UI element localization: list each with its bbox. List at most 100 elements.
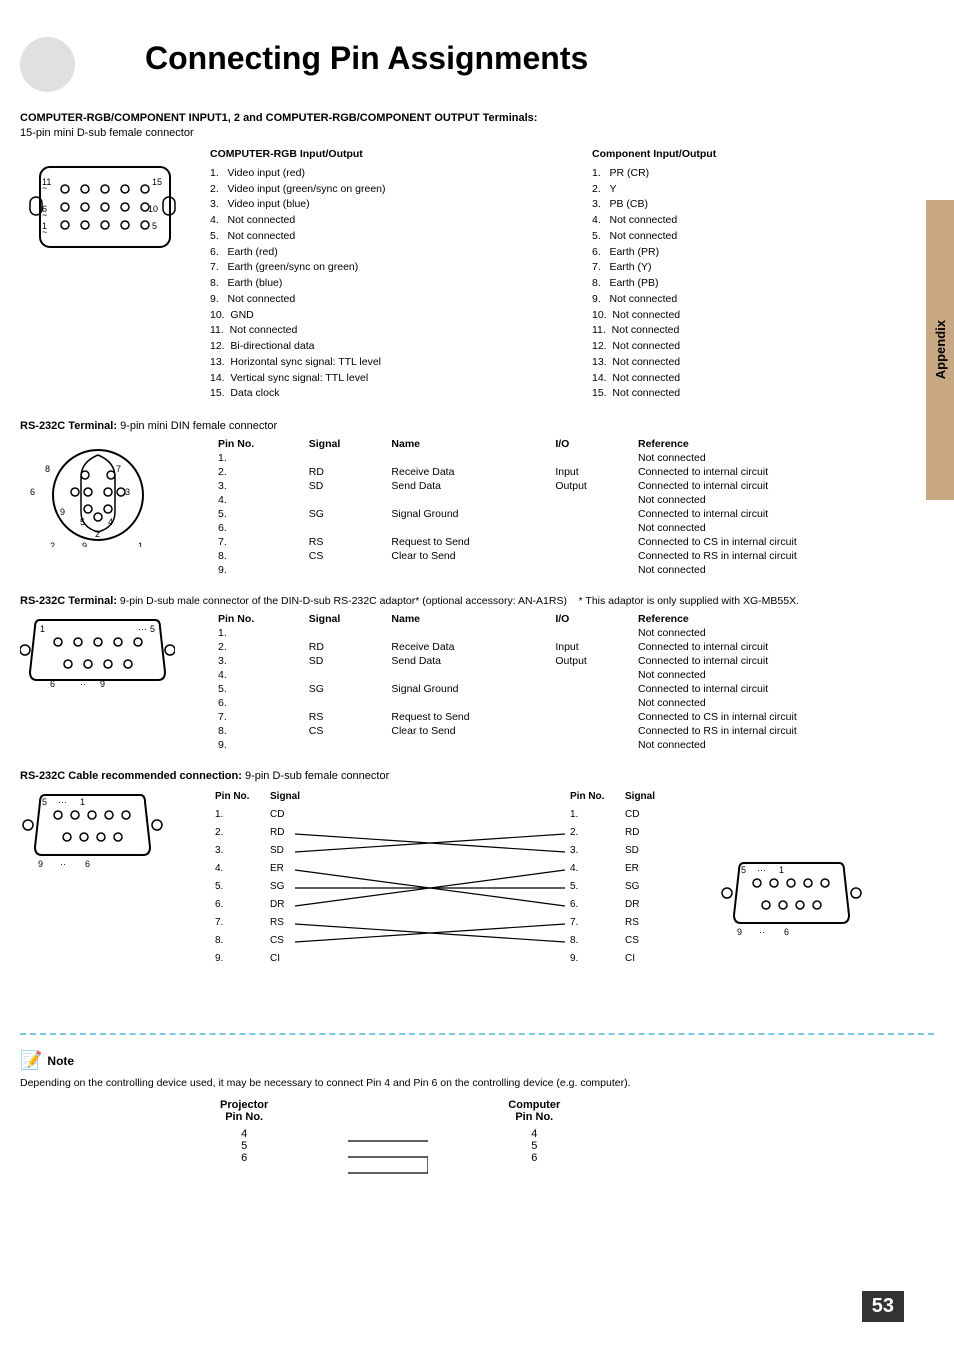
section2-table-container: Pin No. Signal Name I/O Reference 1.Not …: [210, 437, 934, 577]
svg-text:3.: 3.: [570, 845, 578, 856]
page-title: Connecting Pin Assignments: [145, 40, 588, 77]
note-section: 📝 Note Depending on the controlling devi…: [20, 1050, 934, 1187]
svg-text:4.: 4.: [570, 863, 578, 874]
section-rs232c-dsub: RS-232C Terminal: 9-pin D-sub male conne…: [20, 595, 934, 752]
appendix-label: Appendix: [933, 320, 948, 379]
svg-text:···: ···: [138, 624, 147, 634]
svg-text:··: ··: [759, 927, 765, 937]
col1-pin5: 5. Not connected: [210, 229, 552, 245]
svg-text:RS: RS: [270, 917, 284, 928]
section2-title-bold: RS-232C Terminal:: [20, 420, 117, 432]
table-row: 7.RSRequest to SendConnected to CS in in…: [210, 535, 934, 549]
svg-text:···: ···: [757, 865, 766, 875]
table-row: 9.Not connected: [210, 563, 934, 577]
col2-pin12: 12. Not connected: [592, 339, 934, 355]
note-text: Depending on the controlling device used…: [20, 1077, 934, 1089]
section3-layout: 1 ··· 5 6 ·· 9 Pin No. Signal Name: [20, 612, 934, 752]
svg-text:9: 9: [38, 859, 43, 869]
svg-text:6: 6: [50, 679, 55, 689]
svg-text:1.: 1.: [215, 809, 223, 820]
col1-pin1: 1. Video input (red): [210, 166, 552, 182]
page-header: Connecting Pin Assignments: [20, 20, 934, 92]
projector-header: ProjectorPin No.: [220, 1099, 268, 1123]
svg-text:CI: CI: [625, 953, 635, 964]
section4-title-bold: RS-232C Cable recommended connection:: [20, 770, 242, 782]
col1-pin6: 6. Earth (red): [210, 245, 552, 261]
svg-text:2.: 2.: [215, 827, 223, 838]
svg-text:···: ···: [58, 797, 67, 807]
col2-pin1: 1. PR (CR): [592, 166, 934, 182]
computer-col: ComputerPin No. 4 5 6: [508, 1099, 560, 1187]
svg-text:5.: 5.: [215, 881, 223, 892]
table-row: 6.Not connected: [210, 521, 934, 535]
table-row: 1.Not connected: [210, 451, 934, 465]
svg-text:2.: 2.: [570, 827, 578, 838]
svg-text:6.: 6.: [570, 899, 578, 910]
svg-text:SD: SD: [270, 845, 284, 856]
th-io2: I/O: [547, 612, 630, 626]
section1-pin-content: COMPUTER-RGB Input/Output 1. Video input…: [210, 147, 934, 402]
th-reference2: Reference: [630, 612, 934, 626]
th-pin: Pin No.: [210, 437, 301, 451]
svg-text:8.: 8.: [570, 935, 578, 946]
svg-text:7.: 7.: [215, 917, 223, 928]
svg-text:7: 7: [116, 464, 121, 474]
comp-pin6: 6: [508, 1152, 560, 1164]
section1-layout: 11 ~ 15 1 ~ 5 6 ~ 10 COM: [20, 147, 934, 402]
note-icon: 📝: [20, 1050, 42, 1071]
svg-text:RD: RD: [625, 827, 639, 838]
proj-pin6: 6: [220, 1152, 268, 1164]
svg-text:9: 9: [60, 507, 65, 517]
svg-text:RS: RS: [625, 917, 639, 928]
svg-text:SG: SG: [625, 881, 640, 892]
svg-text:1.: 1.: [570, 809, 578, 820]
cable-diagram-left: 5 ··· 1 9 ·· 6: [20, 787, 200, 975]
pin-lines-svg: [348, 1127, 428, 1187]
table-row: 5.SGSignal GroundConnected to internal c…: [210, 507, 934, 521]
col1-pin7: 7. Earth (green/sync on green): [210, 260, 552, 276]
appendix-tab: Appendix: [926, 200, 954, 500]
svg-text:1: 1: [779, 865, 784, 875]
th-signal2: Signal: [301, 612, 384, 626]
svg-text:3: 3: [125, 487, 130, 497]
svg-text:6.: 6.: [215, 899, 223, 910]
col1-pin2: 2. Video input (green/sync on green): [210, 182, 552, 198]
col2-pin6: 6. Earth (PR): [592, 245, 934, 261]
col2-pin4: 4. Not connected: [592, 213, 934, 229]
svg-text:10: 10: [148, 204, 158, 214]
svg-text:15: 15: [152, 177, 162, 187]
svg-text:Pin No.: Pin No.: [570, 791, 605, 802]
projector-col: ProjectorPin No. 4 5 6: [220, 1099, 268, 1187]
col2-pin14: 14. Not connected: [592, 371, 934, 387]
col1-header: COMPUTER-RGB Input/Output: [210, 147, 552, 163]
svg-text:8: 8: [45, 464, 50, 474]
svg-text:··: ··: [80, 679, 86, 689]
svg-text:5.: 5.: [570, 881, 578, 892]
svg-text:DR: DR: [270, 899, 284, 910]
cable-left-svg: 5 ··· 1 9 ·· 6: [20, 787, 175, 947]
col2-pin15: 15. Not connected: [592, 386, 934, 402]
svg-text:9.: 9.: [215, 953, 223, 964]
table-row: 9.Not connected: [210, 738, 934, 752]
col1-pin4: 4. Not connected: [210, 213, 552, 229]
table-row: 4.Not connected: [210, 493, 934, 507]
svg-text:9: 9: [82, 541, 87, 547]
table-row: 5.SGSignal GroundConnected to internal c…: [210, 682, 934, 696]
comp-pin5: 5: [508, 1140, 560, 1152]
page: Appendix Connecting Pin Assignments COMP…: [0, 0, 954, 1352]
section3-table: Pin No. Signal Name I/O Reference 1.Not …: [210, 612, 934, 752]
svg-text:5: 5: [150, 624, 155, 634]
pin-lines-col: [348, 1099, 428, 1187]
col1-pin3: 3. Video input (blue): [210, 197, 552, 213]
svg-text:··: ··: [60, 859, 66, 869]
table-row: 1.Not connected: [210, 626, 934, 640]
svg-text:9: 9: [100, 679, 105, 689]
table-row: 3.SDSend DataOutputConnected to internal…: [210, 654, 934, 668]
section3-title-bold: RS-232C Terminal:: [20, 595, 117, 607]
section-divider: [20, 1033, 934, 1035]
section2-table: Pin No. Signal Name I/O Reference 1.Not …: [210, 437, 934, 577]
col2-pin13: 13. Not connected: [592, 355, 934, 371]
svg-text:9: 9: [737, 927, 742, 937]
col1-pin10: 10. GND: [210, 308, 552, 324]
svg-text:Pin No.: Pin No.: [215, 791, 250, 802]
